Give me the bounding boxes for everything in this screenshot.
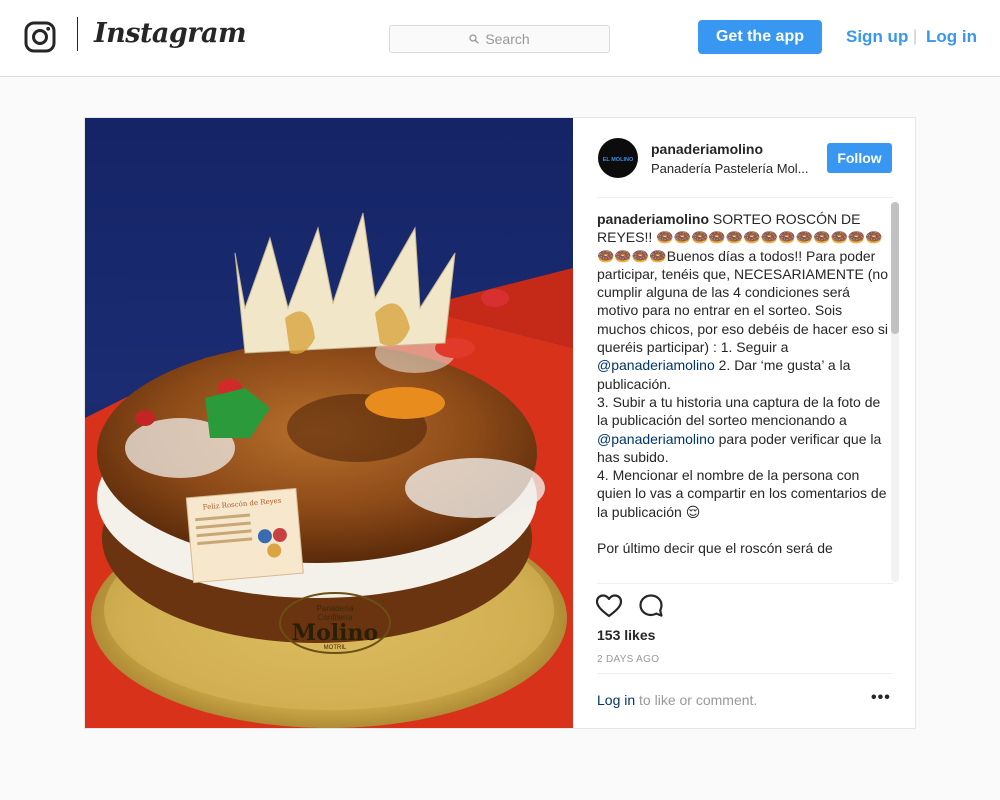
- plate-text-top: Panadería: [317, 604, 354, 613]
- caption-username[interactable]: panaderiamolino: [597, 211, 709, 227]
- caption-text-1: SORTEO ROSCÓN DE REYES!! 🍩🍩🍩🍩🍩🍩🍩🍩🍩🍩🍩🍩🍩🍩🍩…: [597, 211, 889, 356]
- plate-brand: Molino: [292, 620, 378, 646]
- logo-divider: [77, 17, 78, 51]
- search-placeholder: Search: [485, 31, 530, 47]
- login-to-comment: Log in to like or comment.: [597, 692, 757, 708]
- instagram-glyph-icon[interactable]: [24, 21, 56, 53]
- post-sidebar: EL MOLINO panaderiamolino Panadería Past…: [573, 118, 915, 728]
- scrollbar-thumb[interactable]: [891, 202, 899, 334]
- log-in-link[interactable]: Log in: [926, 27, 977, 47]
- get-the-app-button[interactable]: Get the app: [698, 20, 822, 54]
- post-timestamp[interactable]: 2 DAYS AGO: [597, 654, 659, 665]
- plate-text-bottom: MOTRIL: [324, 645, 347, 651]
- avatar-logo: EL MOLINO: [602, 152, 634, 164]
- comment-icon[interactable]: [638, 593, 664, 619]
- post-caption: panaderiamolino SORTEO ROSCÓN DE REYES!!…: [597, 210, 889, 558]
- search-input[interactable]: Search: [389, 25, 610, 53]
- sign-up-link[interactable]: Sign up: [846, 27, 908, 47]
- more-options-icon[interactable]: •••: [871, 689, 891, 707]
- avatar-text: EL MOLINO: [603, 157, 634, 163]
- post-location[interactable]: Panadería Pastelería Mol...: [651, 161, 811, 176]
- caption-scroll-area[interactable]: panaderiamolino SORTEO ROSCÓN DE REYES!!…: [597, 210, 889, 582]
- caption-mention-2[interactable]: @panaderiamolino: [597, 431, 715, 447]
- nav-separator: |: [913, 28, 918, 45]
- caption-scrollbar[interactable]: [891, 202, 899, 582]
- roscon-photo-illustration: Feliz Roscón de Reyes Panadería Confiter…: [85, 118, 573, 728]
- login-to-comment-link[interactable]: Log in: [597, 692, 635, 708]
- top-navbar: Instagram Search Get the app Sign up | L…: [0, 0, 1000, 77]
- likes-count[interactable]: 153 likes: [597, 627, 655, 643]
- header-divider: [597, 197, 893, 198]
- follow-button[interactable]: Follow: [827, 143, 892, 173]
- instagram-wordmark[interactable]: Instagram: [94, 18, 247, 49]
- heart-icon[interactable]: [595, 593, 623, 619]
- comment-divider: [597, 673, 893, 674]
- actions-divider: [597, 583, 893, 584]
- search-icon: [469, 34, 480, 44]
- login-to-comment-text: to like or comment.: [635, 692, 758, 708]
- caption-mention-1[interactable]: @panaderiamolino: [597, 357, 715, 373]
- avatar[interactable]: EL MOLINO: [598, 138, 638, 178]
- post-card: Feliz Roscón de Reyes Panadería Confiter…: [84, 117, 916, 729]
- post-username[interactable]: panaderiamolino: [651, 141, 763, 157]
- caption-text-3: para poder verificar que la has subido. …: [597, 430, 887, 557]
- post-photo[interactable]: Feliz Roscón de Reyes Panadería Confiter…: [85, 118, 573, 728]
